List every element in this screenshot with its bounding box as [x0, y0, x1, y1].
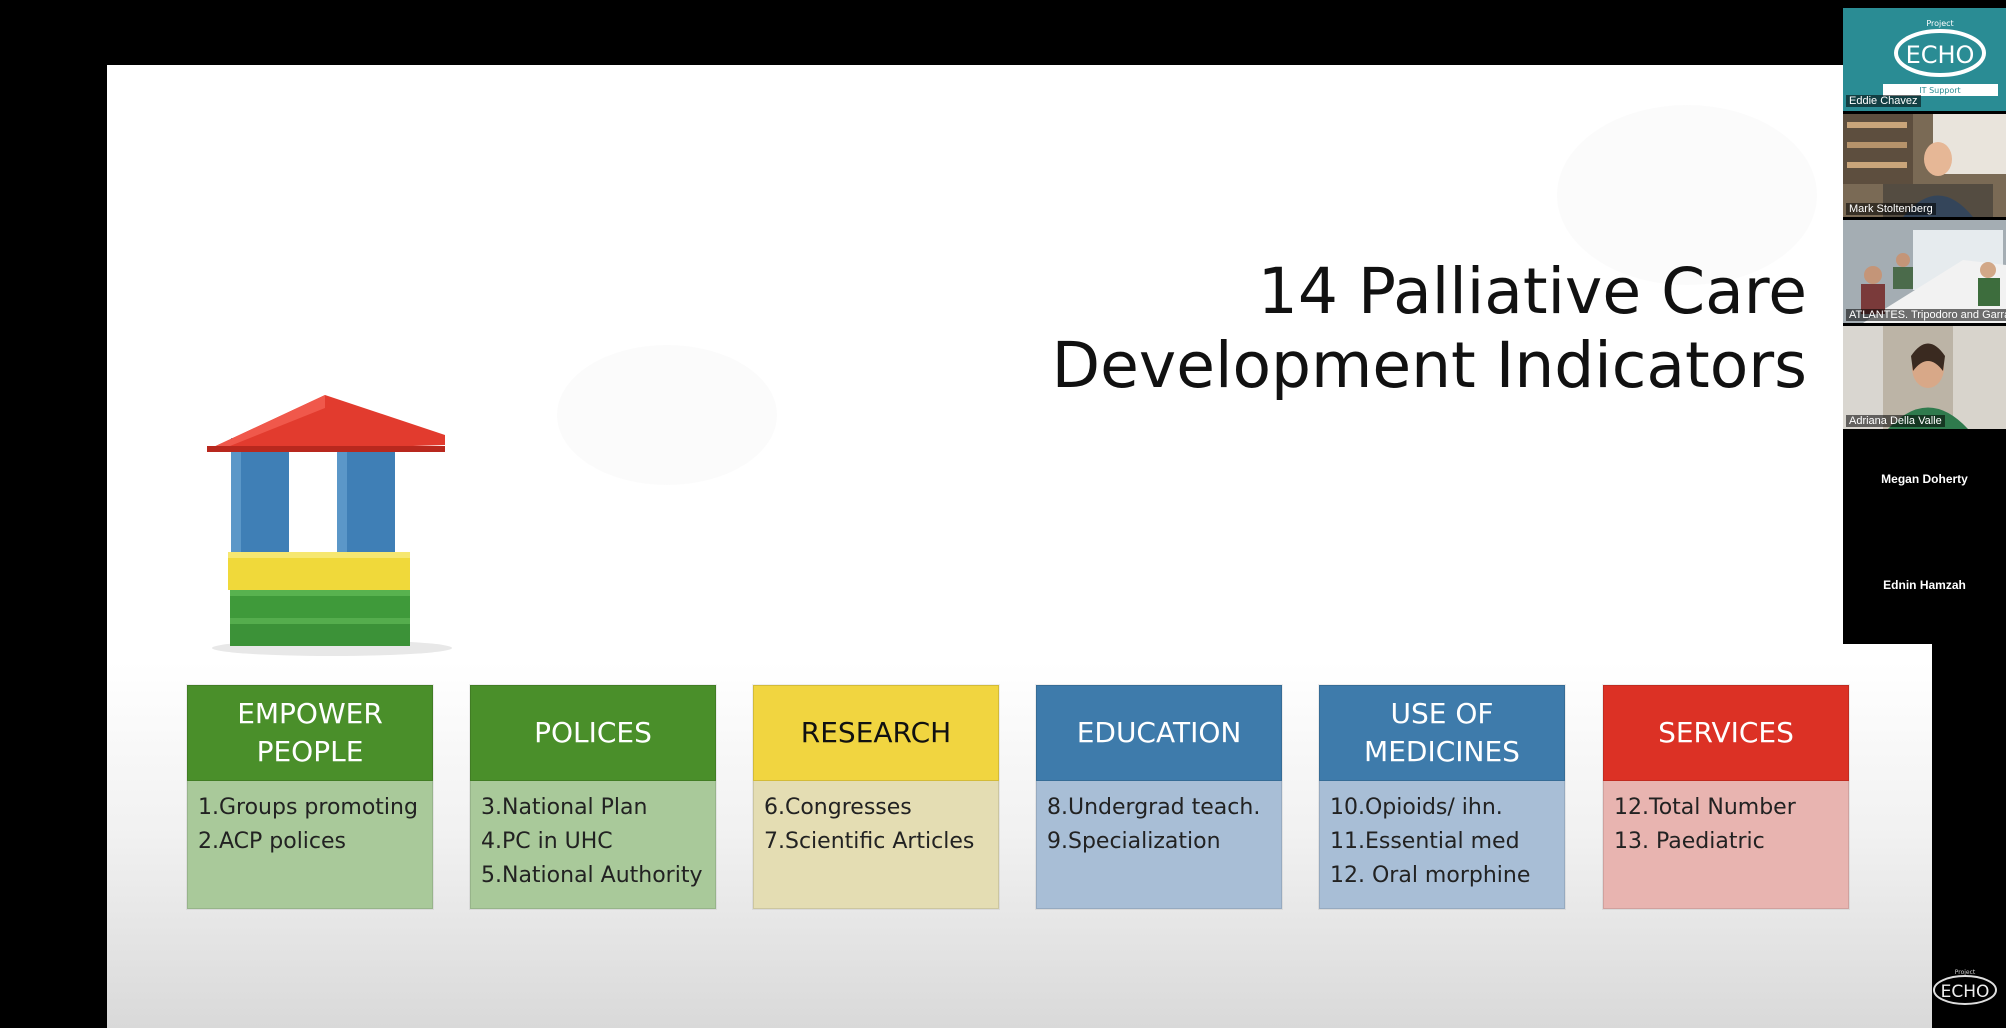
participant-name: ATLANTES. Tripodoro and Garralda	[1846, 309, 2006, 321]
category-header: POLICES	[470, 685, 716, 781]
category-items: 10.Opioids/ ihn. 11.Essential med 12. Or…	[1319, 781, 1565, 909]
participant-name: Adriana Della Valle	[1846, 415, 1945, 427]
video-feed	[1843, 220, 2006, 323]
indicator-item: 12.Total Number	[1614, 795, 1796, 820]
video-feed	[1843, 114, 2006, 217]
category-header: RESEARCH	[753, 685, 999, 781]
indicator-item: 13. Paediatric	[1614, 829, 1765, 854]
meeting-stage: 14 Palliative Care Development Indicator…	[0, 0, 2006, 1028]
participant-tile[interactable]: Megan Doherty	[1843, 432, 2006, 535]
category-items: 6.Congresses 7.Scientific Articles	[753, 781, 999, 909]
participant-tile[interactable]: ECHO Project IT Support Eddie Chavez	[1843, 8, 2006, 111]
slide-title-line2: Development Indicators	[1051, 329, 1807, 402]
category-header: USE OF MEDICINES	[1319, 685, 1565, 781]
echo-logo-text: ECHO	[1906, 41, 1975, 69]
category-header: EMPOWER PEOPLE	[187, 685, 433, 781]
category-services: SERVICES 12.Total Number 13. Paediatric	[1603, 685, 1849, 909]
echo-watermark-text: ECHO	[1941, 982, 1990, 1002]
category-empower-people: EMPOWER PEOPLE 1.Groups promoting 2.ACP …	[187, 685, 433, 909]
participant-name: Mark Stoltenberg	[1846, 203, 1936, 215]
category-items: 3.National Plan 4.PC in UHC 5.National A…	[470, 781, 716, 909]
shared-slide: 14 Palliative Care Development Indicator…	[107, 65, 1932, 1028]
category-use-of-medicines: USE OF MEDICINES 10.Opioids/ ihn. 11.Ess…	[1319, 685, 1565, 909]
indicator-item: 10.Opioids/ ihn.	[1330, 795, 1503, 820]
category-research: RESEARCH 6.Congresses 7.Scientific Artic…	[753, 685, 999, 909]
video-feed	[1843, 326, 2006, 429]
participant-name: Megan Doherty	[1881, 472, 1968, 486]
echo-watermark-icon: ECHO Project	[1933, 969, 1997, 1005]
participant-tile[interactable]: ATLANTES. Tripodoro and Garralda	[1843, 220, 2006, 323]
participant-tile[interactable]: Adriana Della Valle	[1843, 326, 2006, 429]
indicator-item: 9.Specialization	[1047, 829, 1221, 854]
indicator-item: 7.Scientific Articles	[764, 829, 975, 854]
slide-title-line1: 14 Palliative Care	[1257, 255, 1807, 328]
indicator-item: 12. Oral morphine	[1330, 863, 1531, 888]
category-items: 8.Undergrad teach. 9.Specialization	[1036, 781, 1282, 909]
category-polices: POLICES 3.National Plan 4.PC in UHC 5.Na…	[470, 685, 716, 909]
category-items: 12.Total Number 13. Paediatric	[1603, 781, 1849, 909]
category-education: EDUCATION 8.Undergrad teach. 9.Specializ…	[1036, 685, 1282, 909]
indicator-item: 2.ACP polices	[198, 829, 347, 854]
participant-name: Ednin Hamzah	[1883, 578, 1966, 592]
background-decoration	[557, 345, 777, 485]
indicator-item: 1.Groups promoting	[198, 795, 418, 820]
participant-name: Eddie Chavez	[1846, 95, 1921, 107]
echo-watermark-top: Project	[1955, 969, 1976, 976]
indicator-item: 4.PC in UHC	[481, 829, 613, 854]
echo-logo-sub: IT Support	[1919, 86, 1960, 95]
echo-logo-top: Project	[1926, 19, 1953, 28]
house-blocks-illustration	[207, 395, 452, 656]
participant-tile[interactable]: Ednin Hamzah	[1843, 538, 2006, 641]
indicator-item: 5.National Authority	[481, 863, 703, 888]
category-header: EDUCATION	[1036, 685, 1282, 781]
participant-tile[interactable]: Mark Stoltenberg	[1843, 114, 2006, 217]
indicator-item: 8.Undergrad teach.	[1047, 795, 1261, 820]
indicator-item: 11.Essential med	[1330, 829, 1520, 854]
indicator-item: 6.Congresses	[764, 795, 912, 820]
participant-panel: ECHO Project IT Support Eddie Chavez Mar…	[1843, 8, 2006, 644]
slide-title: 14 Palliative Care Development Indicator…	[807, 255, 1807, 403]
category-items: 1.Groups promoting 2.ACP polices	[187, 781, 433, 909]
category-header: SERVICES	[1603, 685, 1849, 781]
indicator-item: 3.National Plan	[481, 795, 648, 820]
